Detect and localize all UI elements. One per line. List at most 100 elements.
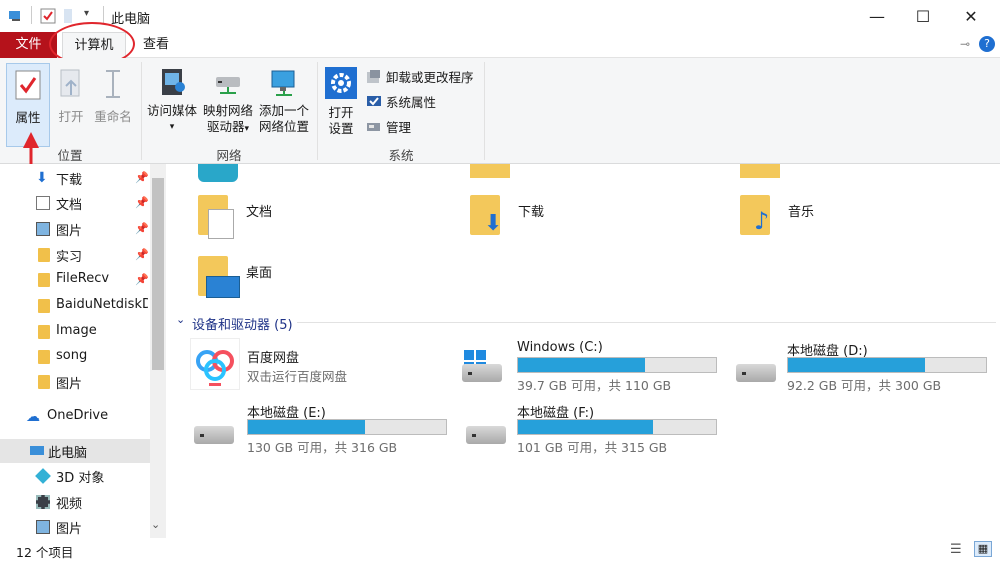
drive-usage-bar	[787, 357, 987, 373]
open-icon	[60, 69, 80, 97]
folder-label: 文档	[246, 205, 273, 220]
tab-file[interactable]: 文件	[0, 32, 57, 58]
open-settings-button[interactable]: 打开 设置	[322, 63, 360, 137]
3d-objects-folder-icon[interactable]	[198, 164, 238, 182]
drive-e[interactable]: 本地磁盘 (E:) 130 GB 可用，共 316 GB	[192, 400, 452, 455]
nav-item-baidunetdisk[interactable]: BaiduNetdiskDownload	[0, 294, 150, 318]
nav-item-label: OneDrive	[47, 408, 109, 423]
nav-item-pictures[interactable]: 图片 📌	[0, 217, 150, 241]
drive-d[interactable]: 本地磁盘 (D:) 92.2 GB 可用，共 300 GB	[732, 338, 992, 393]
cloud-icon: ☁	[26, 409, 40, 425]
open-settings-label-2: 设置	[328, 121, 354, 136]
baidu-netdisk-subtitle: 双击运行百度网盘	[247, 369, 348, 384]
close-button[interactable]: ✕	[948, 0, 994, 32]
baidu-netdisk-item[interactable]: 百度网盘 双击运行百度网盘	[190, 338, 440, 390]
nav-item-filerecv[interactable]: FileRecv 📌	[0, 268, 150, 292]
access-media-label: 访问媒体	[146, 103, 197, 118]
drive-space-info: 92.2 GB 可用，共 300 GB	[787, 378, 942, 393]
chevron-down-icon[interactable]: ▾	[84, 8, 100, 24]
properties-check-icon[interactable]	[40, 8, 56, 24]
properties-icon	[15, 70, 41, 100]
new-folder-icon[interactable]	[62, 8, 78, 24]
drive-f[interactable]: 本地磁盘 (F:) 101 GB 可用，共 315 GB	[462, 400, 722, 455]
computer-icon[interactable]	[8, 8, 24, 24]
drive-c[interactable]: Windows (C:) 39.7 GB 可用，共 110 GB	[462, 338, 722, 393]
add-location-label-1: 添加一个	[258, 103, 309, 118]
help-icon[interactable]: ?	[979, 36, 995, 52]
nav-item-label: 此电脑	[48, 446, 88, 461]
tab-view[interactable]: 查看	[134, 32, 178, 58]
add-network-location-button[interactable]: 添加一个 网络位置	[257, 63, 311, 135]
map-drive-label-2: 驱动器▾	[202, 119, 254, 137]
computer-icon	[30, 446, 44, 455]
baidu-netdisk-logo-icon	[196, 350, 234, 386]
nav-item-label: 视频	[56, 497, 83, 512]
folder-music[interactable]: ♪ 音乐	[740, 195, 980, 241]
nav-item-3d-objects[interactable]: 3D 对象	[0, 464, 150, 488]
download-arrow-icon: ⬇	[484, 211, 503, 236]
pin-ribbon-icon[interactable]: ⊸	[960, 37, 970, 51]
document-icon	[208, 209, 234, 239]
rename-label: 重命名	[94, 109, 132, 124]
item-count: 12 个项目	[16, 545, 74, 560]
nav-item-pictures-folder[interactable]: 图片	[0, 370, 150, 394]
manage-icon	[367, 122, 380, 131]
details-view-icon[interactable]: ☰	[950, 542, 962, 557]
folder-icon	[38, 273, 50, 287]
nav-item-pictures-library[interactable]: 图片	[0, 515, 150, 539]
pin-icon[interactable]: 📌	[135, 171, 149, 184]
map-drive-button[interactable]: 映射网络 驱动器▾	[202, 63, 254, 137]
maximize-button[interactable]: ☐	[900, 0, 946, 32]
pictures-folder-icon[interactable]	[740, 164, 780, 178]
system-properties-button[interactable]: 系统属性	[366, 92, 436, 111]
devices-section-header[interactable]: ⌄ 设备和驱动器 (5)	[176, 313, 996, 333]
document-icon	[36, 196, 50, 210]
hard-drive-icon	[736, 364, 776, 382]
nav-scrollbar-thumb[interactable]	[152, 178, 164, 370]
picture-icon	[36, 222, 50, 236]
nav-item-internship[interactable]: 实习 📌	[0, 243, 150, 267]
download-arrow-icon: ⬇	[36, 170, 48, 186]
manage-button[interactable]: 管理	[366, 117, 411, 136]
nav-item-image[interactable]: Image	[0, 320, 150, 344]
nav-item-onedrive[interactable]: ☁ OneDrive	[0, 405, 150, 429]
properties-label: 属性	[15, 110, 41, 125]
drive-space-info: 101 GB 可用，共 315 GB	[517, 440, 668, 455]
monitor-icon	[271, 70, 295, 96]
system-properties-label: 系统属性	[386, 95, 437, 110]
tab-computer[interactable]: 计算机	[62, 32, 126, 59]
large-icons-view-icon[interactable]: ▦	[974, 541, 992, 557]
pin-icon[interactable]: 📌	[135, 196, 149, 209]
nav-item-this-pc[interactable]: 此电脑	[0, 439, 150, 463]
navigation-pane: ⬇ 下载 📌 文档 📌 图片 📌 实习 📌 FileRecv 📌 BaiduNe…	[0, 164, 166, 538]
open-settings-label-1: 打开	[328, 105, 354, 120]
pin-icon[interactable]: 📌	[135, 273, 149, 286]
nav-item-downloads[interactable]: ⬇ 下载 📌	[0, 166, 150, 190]
videos-folder-icon[interactable]	[470, 164, 510, 178]
nav-item-label: Image	[56, 323, 97, 338]
pin-icon[interactable]: 📌	[135, 222, 149, 235]
window-title: 此电脑	[111, 12, 151, 27]
rename-button[interactable]: 重命名	[92, 63, 134, 125]
network-group-label: 网络	[216, 148, 242, 163]
pin-icon[interactable]: 📌	[135, 248, 149, 261]
folder-downloads[interactable]: ⬇ 下载	[470, 195, 710, 241]
nav-item-videos[interactable]: 视频	[0, 490, 150, 514]
folder-label: 音乐	[788, 205, 815, 220]
hard-drive-icon	[466, 426, 506, 444]
scroll-down-icon[interactable]: ⌄	[151, 518, 160, 531]
ribbon-panel: 属性 打开 重命名 位置 访问媒体 ▾ 映射网络 驱动器▾ 添加一个 网络位置 …	[0, 58, 1000, 164]
minimize-button[interactable]: —	[854, 0, 900, 32]
drive-usage-bar	[247, 419, 447, 435]
access-media-button[interactable]: 访问媒体 ▾	[146, 63, 198, 135]
drive-usage-bar	[517, 357, 717, 373]
hard-drive-icon	[194, 426, 234, 444]
nav-item-documents[interactable]: 文档 📌	[0, 191, 150, 215]
folder-documents[interactable]: 文档	[198, 195, 438, 241]
desktop-icon	[206, 276, 240, 298]
uninstall-button[interactable]: 卸载或更改程序	[366, 67, 474, 86]
drive-space-info: 39.7 GB 可用，共 110 GB	[517, 378, 672, 393]
folder-desktop[interactable]: 桌面	[198, 256, 438, 302]
nav-item-song[interactable]: song	[0, 345, 150, 369]
open-button[interactable]: 打开	[54, 63, 88, 125]
